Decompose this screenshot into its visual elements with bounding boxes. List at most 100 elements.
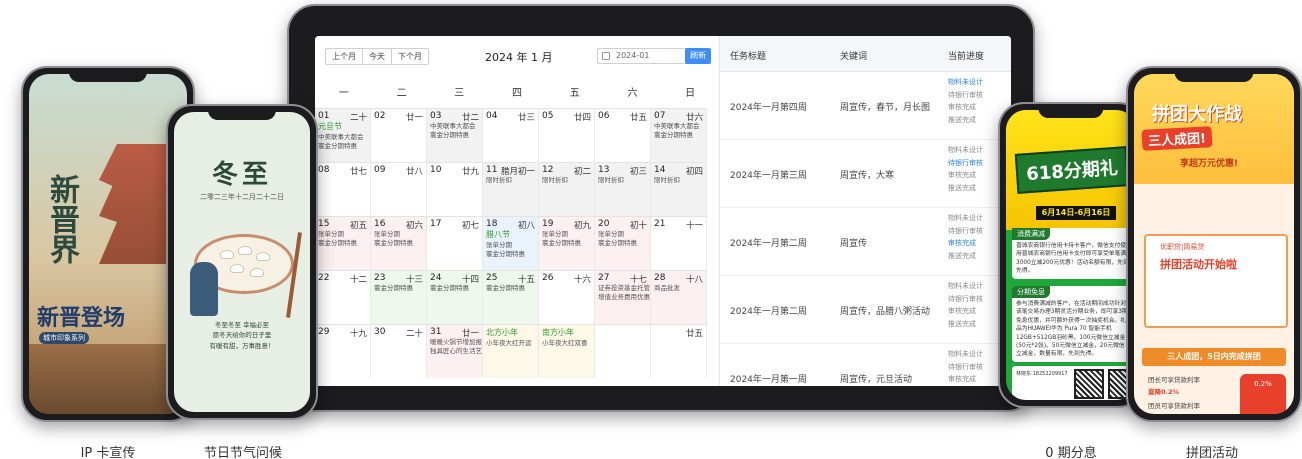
calendar-day-cell[interactable]: 05 廿四 <box>539 109 595 162</box>
task-row[interactable]: 2024年一月第二周 周宣传 物料未设计 待银行审核 审核完成 推送完成 <box>720 208 1011 276</box>
task-progress: 物料未设计待银行审核审核完成推送完成 <box>948 348 983 386</box>
lunar-date: 廿五 <box>629 113 647 123</box>
refresh-button[interactable]: 刷新 <box>685 48 711 64</box>
task-row[interactable]: 2024年一月第二周 周宣传，品腊八粥活动 物料未设计 待银行审核 审核完成 推送完成 <box>720 276 1011 344</box>
lunar-date: 廿一 <box>405 113 423 123</box>
calendar-day-cell[interactable]: 22 十二 <box>315 271 371 324</box>
calendar-day-cell[interactable]: 18 初八 腊八节 张单分期 寰金分期特惠 <box>483 217 539 270</box>
calendar-day-cell[interactable] <box>595 325 651 378</box>
calendar-event[interactable]: 寰金分期特惠 <box>318 239 367 247</box>
calendar-event[interactable]: 张单分期 <box>318 230 367 238</box>
calendar-day-cell[interactable]: 16 初六 张单分期 寰金分期特惠 <box>371 217 427 270</box>
calendar-event[interactable]: 增值业务费用优惠 <box>598 293 650 301</box>
task-row[interactable]: 2024年一月第一周周宣传，元旦活动物料未设计待银行审核审核完成推送完成 <box>720 344 1011 386</box>
lunar-date: 廿七 <box>349 167 367 177</box>
calendar-event[interactable]: 商品批发 <box>654 284 703 292</box>
day-number: 31 <box>430 327 442 337</box>
calendar-day-cell[interactable]: 08 廿七 <box>315 163 371 216</box>
greeting-line: 愿冬天给你的日子里 <box>212 331 272 340</box>
calendar-event[interactable]: 小年夜大红开运 <box>486 339 535 347</box>
calendar-day-cell[interactable]: 31 廿一 暖暖火锅节增加报 独具匠心的生活艺术 <box>427 325 483 378</box>
calendar-event[interactable]: 寰金分期特惠 <box>430 284 479 292</box>
calendar-day-cell[interactable]: 28 十八 商品批发 <box>651 271 707 324</box>
calendar-day-cell[interactable]: 30 二十 <box>371 325 427 378</box>
calendar-event[interactable]: 限时折扣 <box>654 176 703 184</box>
calendar-day-cell[interactable]: 09 廿八 <box>371 163 427 216</box>
calendar-event[interactable]: 中美联事大都会 <box>430 122 479 130</box>
calendar-week-row: 15 初五 张单分期 寰金分期特惠 16 初六 张单分期 寰金分期特惠 17 初七 18 初八 腊八节张… <box>315 216 707 270</box>
calendar-event[interactable]: 限时折扣 <box>486 176 535 184</box>
calendar-day-cell[interactable]: 03 廿二 中美联事大都会 寰金分期特惠 <box>427 109 483 162</box>
weekday-header: 一二三四五六日 <box>315 84 719 99</box>
day-number: 16 <box>374 219 386 229</box>
calendar-event[interactable]: 寰金分期特惠 <box>542 239 591 247</box>
calendar-event[interactable]: 寰金分期特惠 <box>486 250 535 258</box>
calendar-event[interactable]: 寰金分期特惠 <box>598 239 647 247</box>
calendar-day-cell[interactable]: 24 十四 寰金分期特惠 <box>427 271 483 324</box>
lunar-date: 二十 <box>405 329 423 339</box>
lunar-date: 十八 <box>685 275 703 285</box>
promo-text: 参与消费满减的客户，在活动期间成功针对该笔交易办理3期灵活分期业务，即可享3期免… <box>1016 301 1128 358</box>
calendar-event[interactable]: 限时折扣 <box>598 176 647 184</box>
calendar-day-cell[interactable]: 27 十七 证券投资基金托管 增值业务费用优惠 <box>595 271 651 324</box>
calendar-day-cell[interactable]: 北方小年 小年夜大红开运 <box>483 325 539 378</box>
calendar-day-cell[interactable]: 21 十一 <box>651 217 707 270</box>
day-number: 13 <box>598 165 610 175</box>
calendar-day-cell[interactable]: 南方小年 小年夜大红双喜 <box>539 325 595 378</box>
calendar-event[interactable]: 限时折扣 <box>542 176 591 184</box>
calendar-day-cell[interactable]: 07 廿六 中美联事大都会 寰金分期特惠 <box>651 109 707 162</box>
task-row[interactable]: 2024年一月第四周 周宣传，春节，月长图 物料未设计 待银行审核 审核完成 推送完成 <box>720 72 1011 140</box>
next-month-button[interactable]: 下个月 <box>392 49 428 64</box>
calendar-day-cell[interactable]: 04 廿三 <box>483 109 539 162</box>
calendar-event[interactable]: 寰金分期特惠 <box>486 284 535 292</box>
calendar-day-cell[interactable]: 26 十六 <box>539 271 595 324</box>
task-row[interactable]: 2024年一月第三周 周宣传，大寒 物料未设计 待银行审核 审核完成 推送完成 <box>720 140 1011 208</box>
today-button[interactable]: 今天 <box>363 49 392 64</box>
calendar-event[interactable]: 暖暖火锅节增加报 <box>430 338 482 346</box>
calendar-day-cell[interactable]: 10 廿九 <box>427 163 483 216</box>
calendar-event[interactable]: 张单分期 <box>542 230 591 238</box>
progress-step: 审核完成 <box>948 307 976 316</box>
calendar-event[interactable]: 小年夜大红双喜 <box>542 339 591 347</box>
calendar-day-cell[interactable]: 11 腊月初一 限时折扣 <box>483 163 539 216</box>
calendar-event[interactable]: 寰金分期特惠 <box>374 284 423 292</box>
calendar-event[interactable]: 中美联事大都会 <box>318 133 367 141</box>
calendar-event[interactable]: 张单分期 <box>486 241 535 249</box>
task-keywords: 周宣传 <box>840 239 868 249</box>
calendar-event[interactable]: 寰金分期特惠 <box>654 131 703 139</box>
calendar-day-cell[interactable]: 12 初二 限时折扣 <box>539 163 595 216</box>
progress-step: 推送完成 <box>948 183 976 192</box>
calendar-event[interactable]: 寰金分期特惠 <box>374 239 423 247</box>
progress-step: 物料未设计 <box>948 214 983 222</box>
calendar-day-cell[interactable]: 15 初五 张单分期 寰金分期特惠 <box>315 217 371 270</box>
ip-card-poster: 新晋界 新晋登场 城市印象系列 <box>29 74 187 414</box>
calendar-day-cell[interactable]: 06 廿五 <box>595 109 651 162</box>
calendar-day-cell[interactable]: 02 廿一 <box>371 109 427 162</box>
calendar-day-cell[interactable]: 廿五 <box>651 325 707 378</box>
prev-month-button[interactable]: 上个月 <box>326 49 363 64</box>
calendar-day-cell[interactable]: 29 十九 <box>315 325 371 378</box>
calendar-toolbar: 上个月 今天 下个月 2024 年 1 月 2024-01 刷新 <box>325 48 711 66</box>
calendar-day-cell[interactable]: 25 十五 寰金分期特惠 <box>483 271 539 324</box>
progress-step: 审核完成 <box>948 103 976 112</box>
month-picker-input[interactable]: 2024-01 <box>597 48 697 64</box>
day-number: 06 <box>598 111 610 121</box>
calendar-event[interactable]: 张单分期 <box>598 230 647 238</box>
day-number: 23 <box>374 273 386 283</box>
calendar-day-cell[interactable]: 19 初九 张单分期 寰金分期特惠 <box>539 217 595 270</box>
calendar-event[interactable]: 张单分期 <box>374 230 423 238</box>
calendar-event[interactable]: 证券投资基金托管 <box>598 284 650 292</box>
calendar-day-cell[interactable]: 17 初七 <box>427 217 483 270</box>
calendar-event[interactable]: 中美联事大都会 <box>654 122 703 130</box>
calendar-event[interactable]: 寰金分期特惠 <box>318 142 367 150</box>
calendar-day-cell[interactable]: 14 初四 限时折扣 <box>651 163 707 216</box>
calendar-event[interactable]: 寰金分期特惠 <box>430 131 479 139</box>
lunar-date: 初十 <box>629 221 647 231</box>
weekday-label: 五 <box>569 88 580 99</box>
lunar-date: 初八 <box>517 221 535 231</box>
calendar-day-cell[interactable]: 13 初三 限时折扣 <box>595 163 651 216</box>
calendar-day-cell[interactable]: 01 二十 元旦节 中美联事大都会 寰金分期特惠 <box>315 109 371 162</box>
calendar-event[interactable]: 独具匠心的生活艺术 <box>430 347 482 355</box>
calendar-day-cell[interactable]: 23 十三 寰金分期特惠 <box>371 271 427 324</box>
calendar-day-cell[interactable]: 20 初十 张单分期 寰金分期特惠 <box>595 217 651 270</box>
